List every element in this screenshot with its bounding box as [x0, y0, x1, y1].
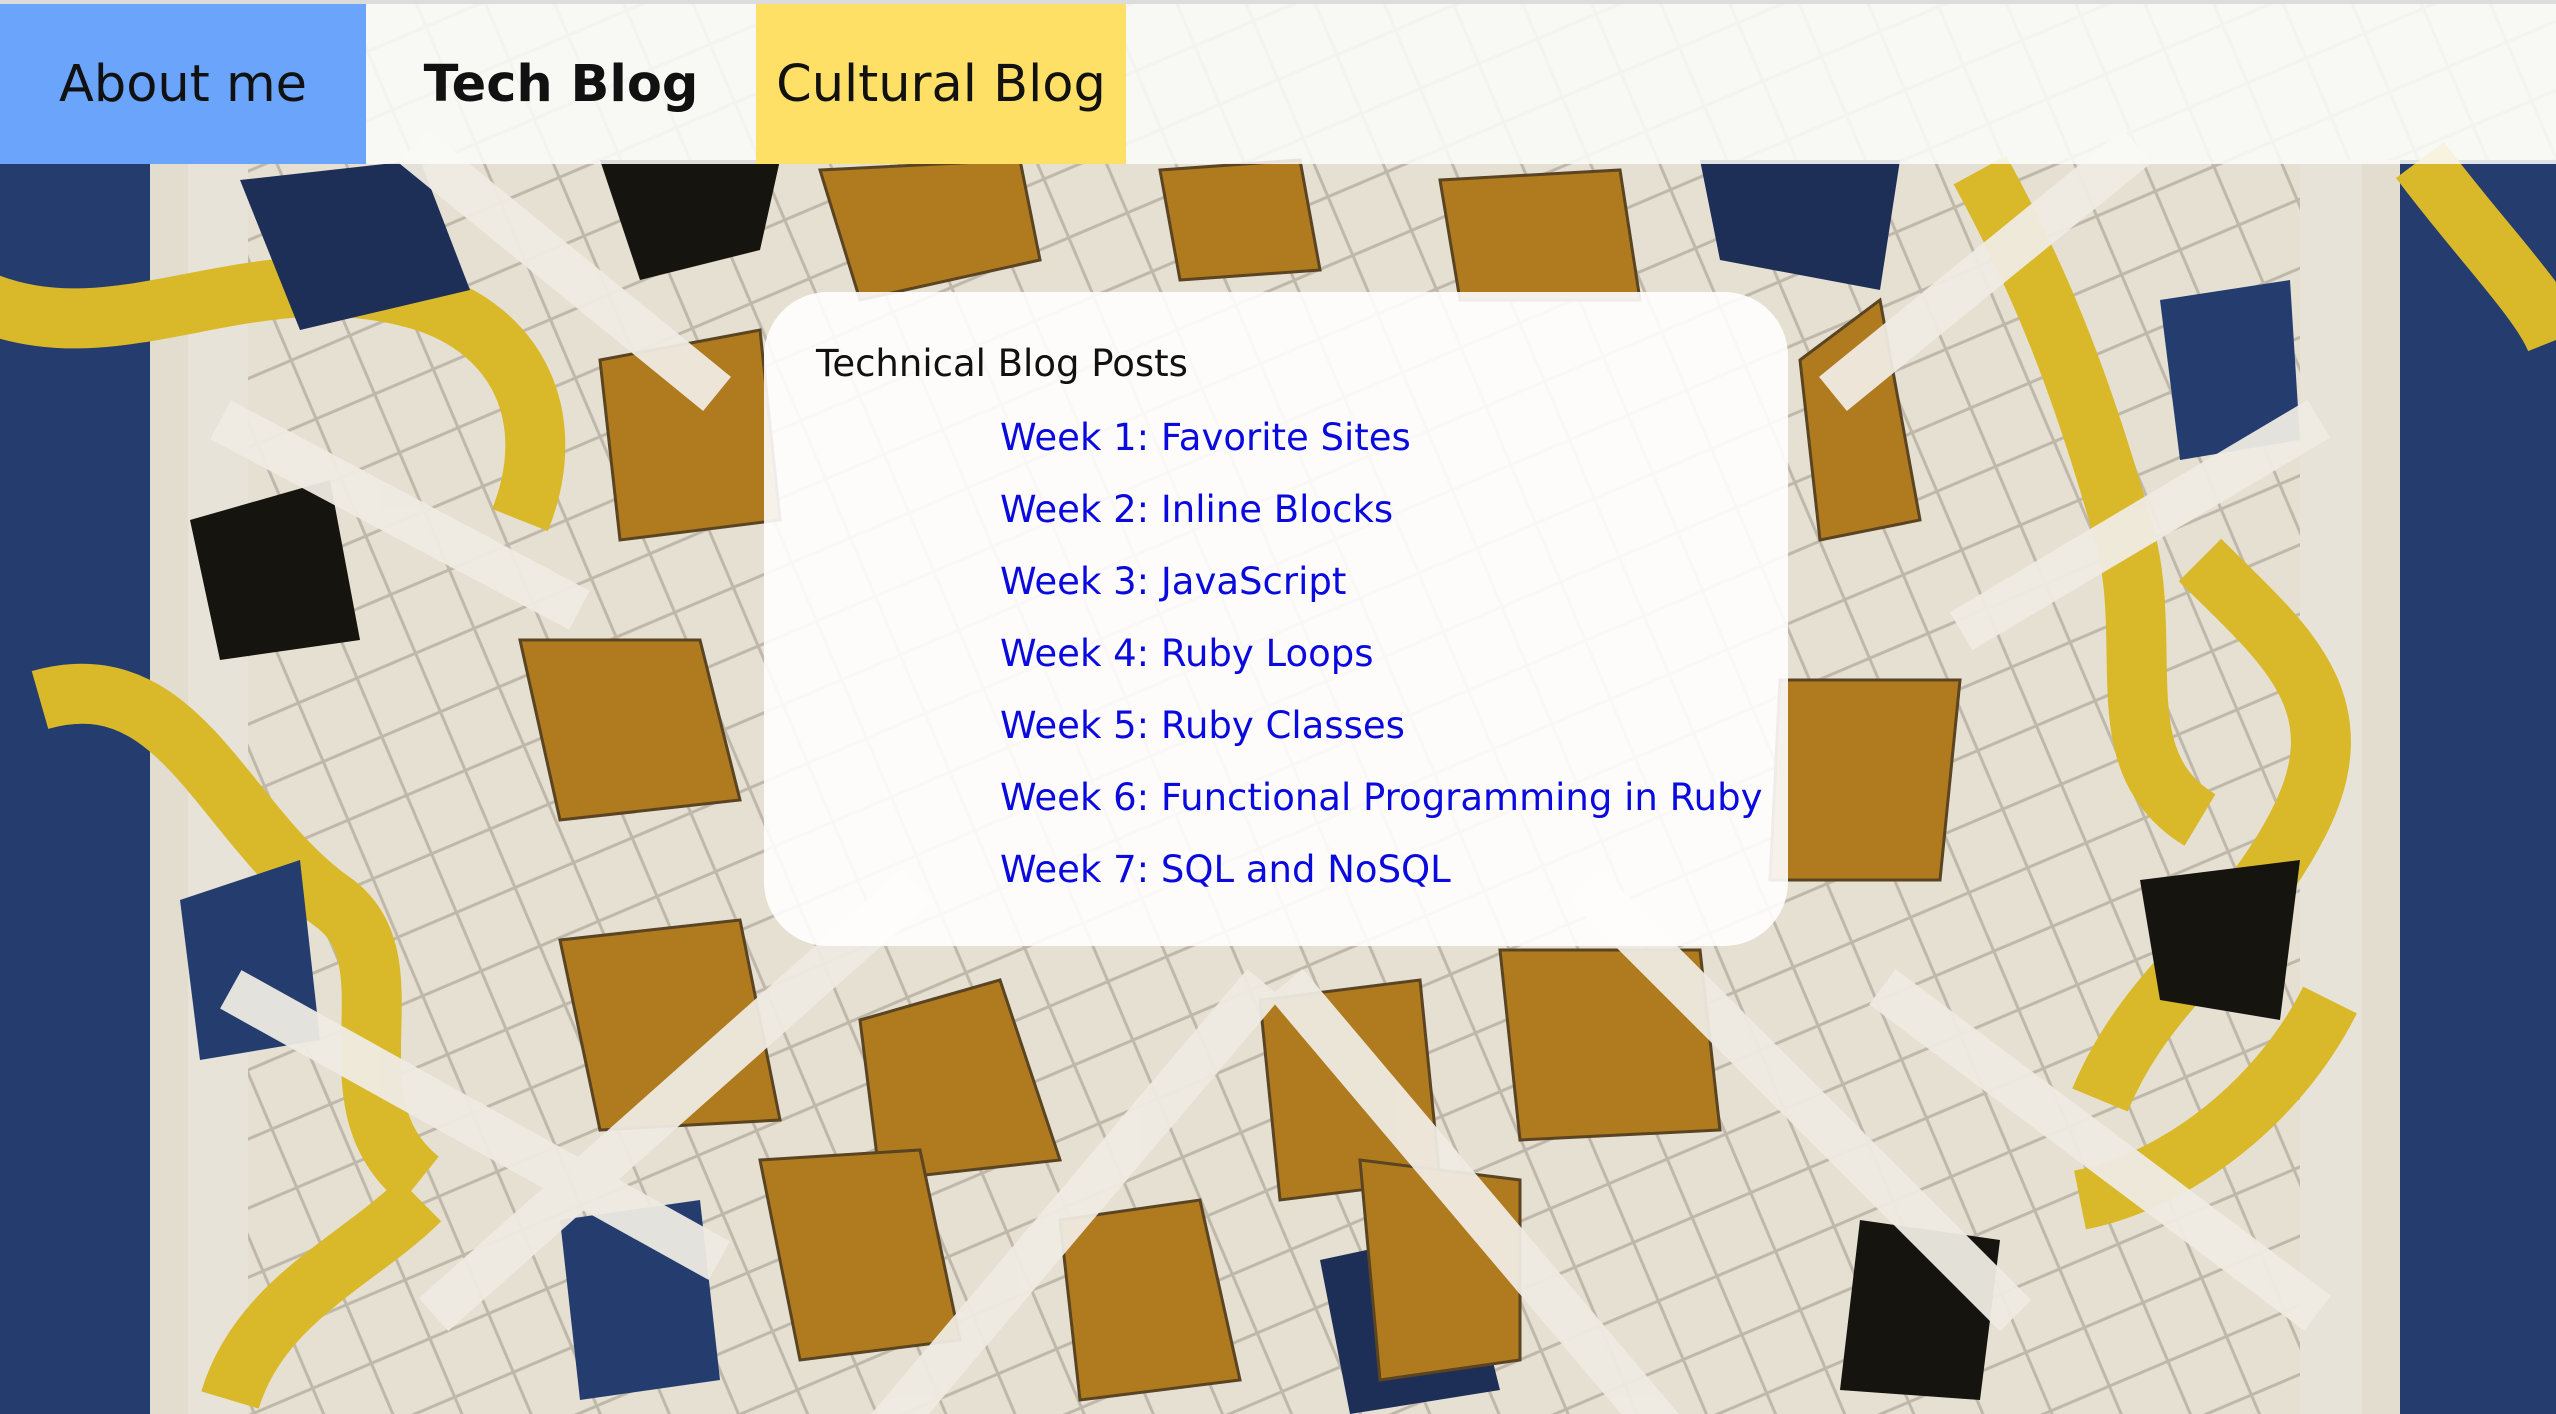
nav-tech-blog[interactable]: Tech Blog	[366, 4, 756, 164]
blog-post-list: Week 1: Favorite Sites Week 2: Inline Bl…	[1000, 402, 1763, 906]
post-link-week-3[interactable]: Week 3: JavaScript	[1000, 560, 1346, 603]
top-navbar: About me Tech Blog Cultural Blog	[0, 4, 2556, 164]
list-item: Week 1: Favorite Sites	[1000, 402, 1763, 474]
nav-about-me[interactable]: About me	[0, 4, 366, 164]
post-link-week-1[interactable]: Week 1: Favorite Sites	[1000, 416, 1411, 459]
post-link-week-7[interactable]: Week 7: SQL and NoSQL	[1000, 848, 1451, 891]
post-link-week-6[interactable]: Week 6: Functional Programming in Ruby	[1000, 776, 1763, 819]
nav-tech-blog-label: Tech Blog	[423, 54, 699, 114]
post-link-week-5[interactable]: Week 5: Ruby Classes	[1000, 704, 1405, 747]
list-item: Week 4: Ruby Loops	[1000, 618, 1763, 690]
panel-title: Technical Blog Posts	[816, 342, 1188, 385]
post-link-week-4[interactable]: Week 4: Ruby Loops	[1000, 632, 1374, 675]
blog-posts-panel: Technical Blog Posts Week 1: Favorite Si…	[764, 292, 1788, 946]
list-item: Week 7: SQL and NoSQL	[1000, 834, 1763, 906]
list-item: Week 2: Inline Blocks	[1000, 474, 1763, 546]
list-item: Week 3: JavaScript	[1000, 546, 1763, 618]
list-item: Week 5: Ruby Classes	[1000, 690, 1763, 762]
list-item: Week 6: Functional Programming in Ruby	[1000, 762, 1763, 834]
nav-cultural-blog[interactable]: Cultural Blog	[756, 4, 1126, 164]
nav-cultural-blog-label: Cultural Blog	[776, 54, 1106, 114]
post-link-week-2[interactable]: Week 2: Inline Blocks	[1000, 488, 1393, 531]
nav-about-me-label: About me	[58, 54, 308, 114]
